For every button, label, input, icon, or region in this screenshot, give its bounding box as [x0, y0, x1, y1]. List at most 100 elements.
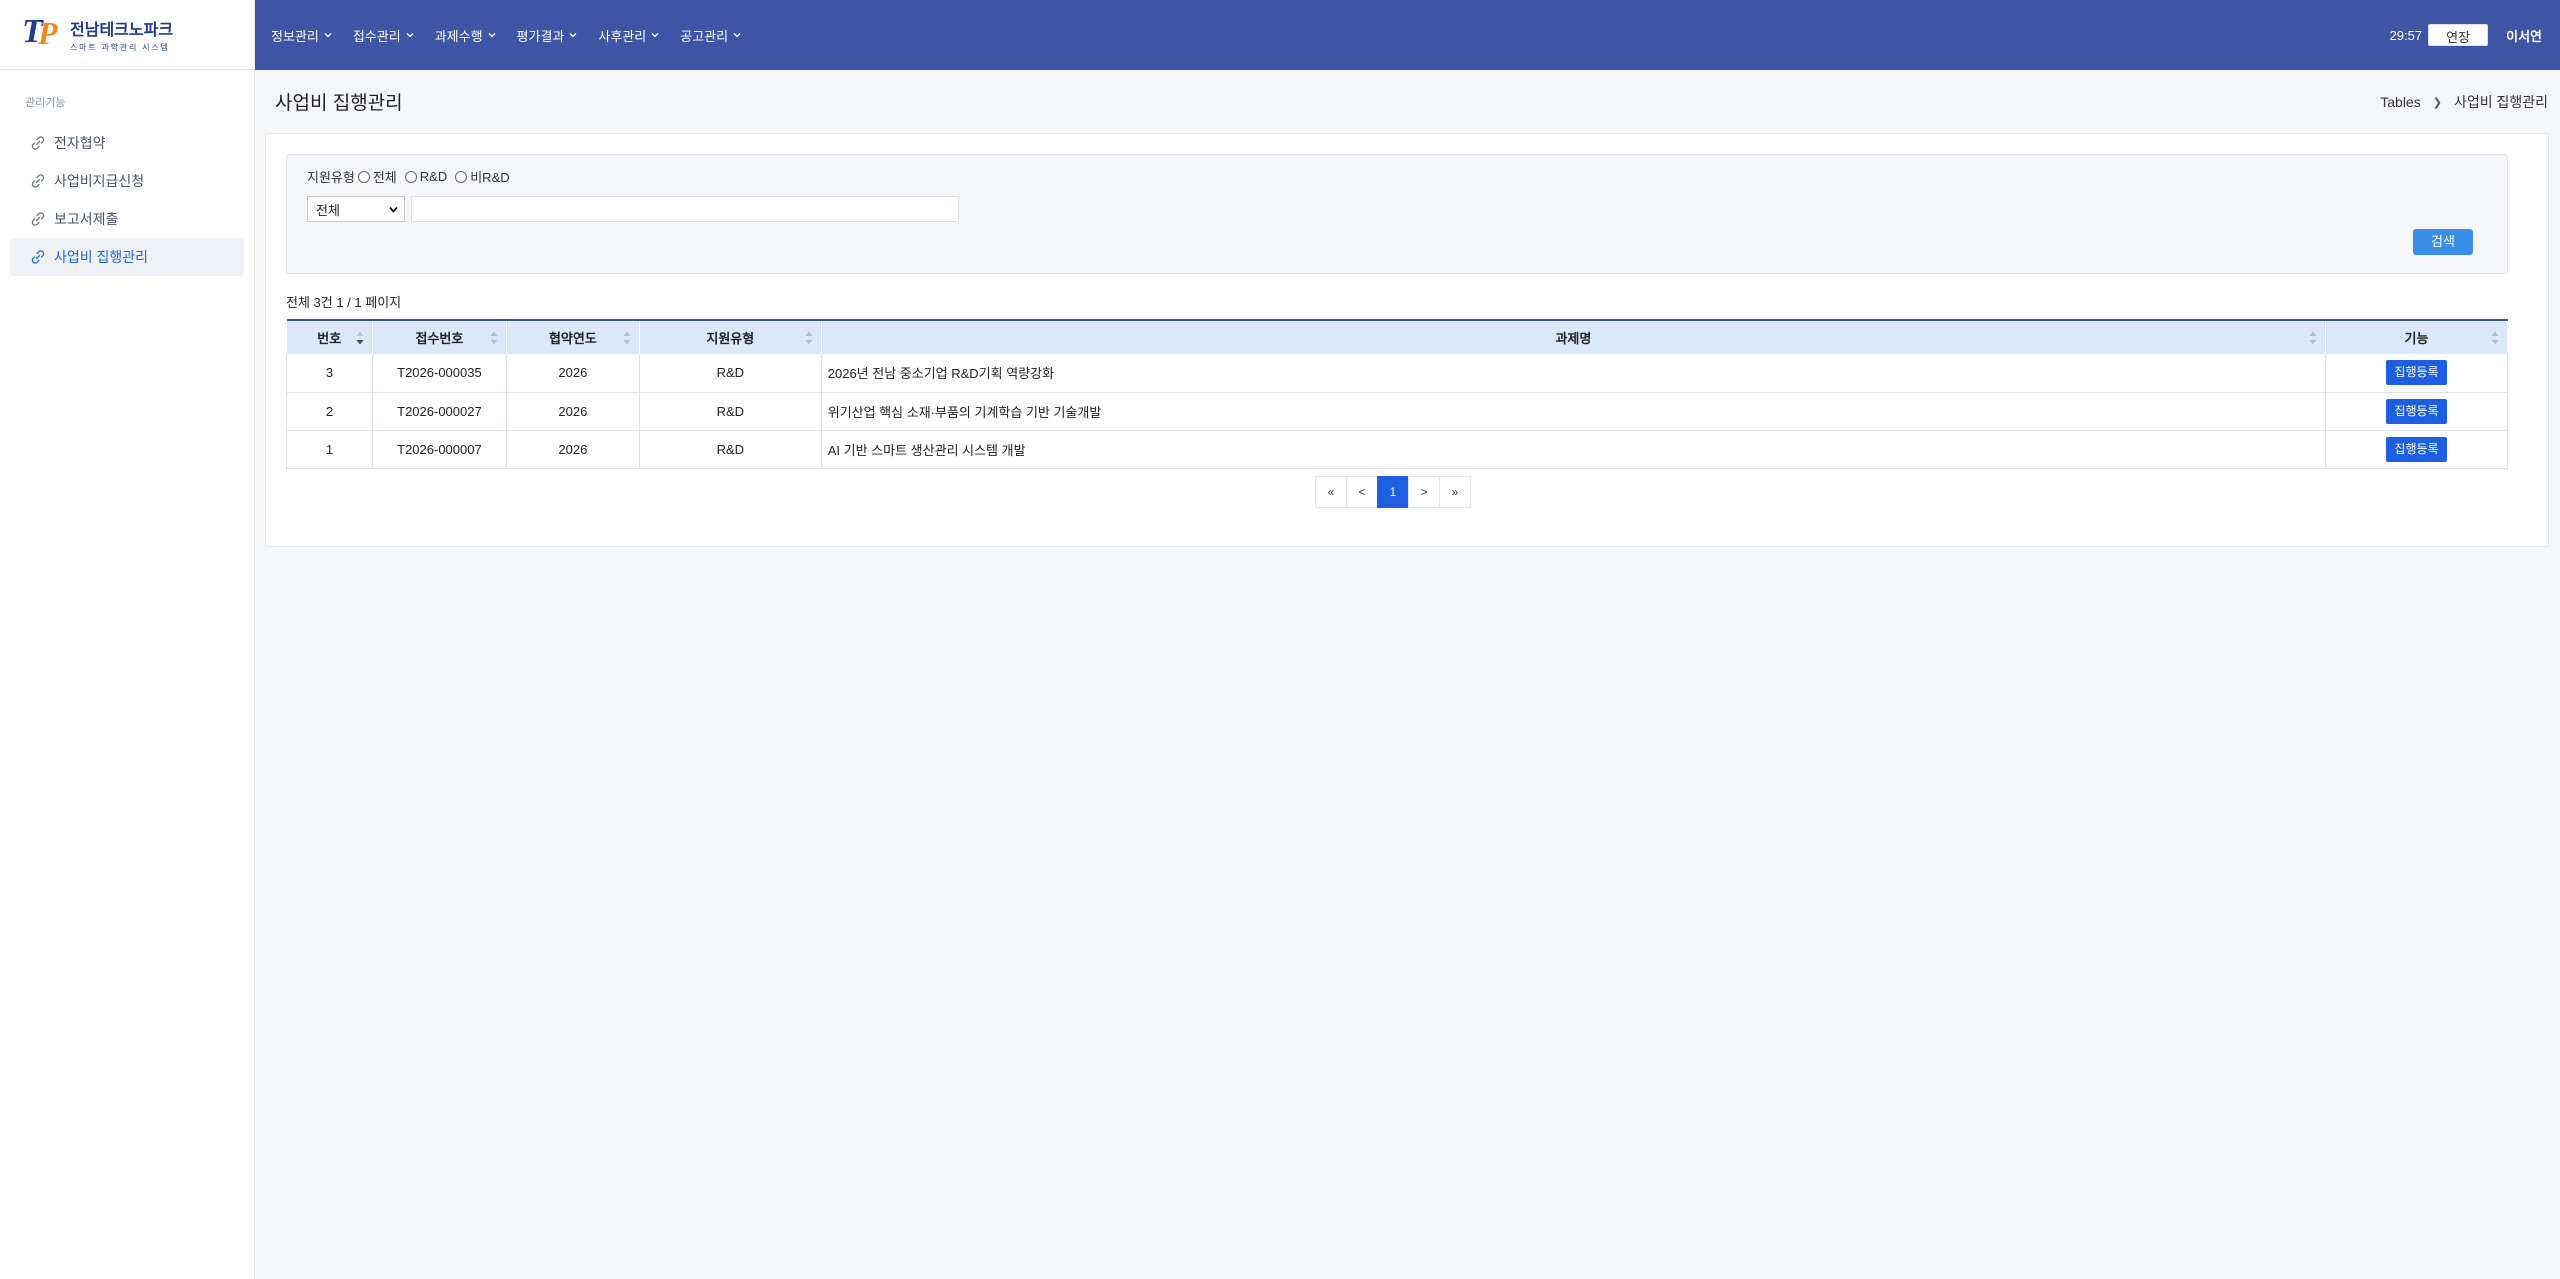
menu-project-execution[interactable]: 과제수행 — [435, 26, 496, 45]
chevron-right-icon: ❯ — [2432, 96, 2442, 109]
chevron-down-icon — [324, 33, 332, 38]
sort-icon — [623, 331, 631, 345]
user-name[interactable]: 이서연 — [2506, 26, 2542, 45]
search-input[interactable] — [411, 196, 959, 222]
link-icon — [30, 211, 46, 227]
cell-year: 2026 — [506, 392, 640, 431]
column-header-no[interactable]: 번호 — [286, 319, 373, 354]
select-value: 전체 — [316, 202, 340, 218]
cell-no: 1 — [286, 430, 373, 469]
sort-icon — [2309, 331, 2317, 345]
sort-icon — [2491, 331, 2499, 345]
sidebar-section-title: 관리기능 — [25, 97, 66, 109]
sidebar-item-econtract[interactable]: 전자협약 — [10, 124, 244, 162]
cell-project-name: AI 기반 스마트 생산관리 시스템 개발 — [821, 430, 2327, 469]
chevron-down-icon — [389, 206, 398, 213]
sidebar-item-payment-request[interactable]: 사업비지급신청 — [10, 162, 244, 200]
breadcrumb: Tables ❯ 사업비 집행관리 — [2380, 92, 2548, 112]
menu-info-management[interactable]: 정보관리 — [271, 26, 332, 45]
column-header-project-name[interactable]: 과제명 — [821, 319, 2327, 354]
radio-label: 전체 — [372, 170, 397, 185]
menu-post-management[interactable]: 사후관리 — [598, 26, 659, 45]
page-first-button[interactable]: « — [1315, 476, 1347, 508]
sidebar-item-label: 사업비지급신청 — [54, 173, 145, 189]
support-type-label: 지원유형 — [307, 170, 355, 185]
search-panel: 지원유형 전체 R&D 비R&D 전체 검색 — [286, 154, 2508, 274]
sidebar-item-label: 사업비 집행관리 — [54, 249, 149, 265]
table-row: 3 T2026-000035 2026 R&D 2026년 전남 중소기업 R&… — [286, 354, 2508, 393]
sort-icon — [490, 331, 498, 345]
logo[interactable]: TP 전남테크노파크 스마트 과학관리 시스템 — [0, 0, 254, 70]
radio-circle[interactable] — [455, 170, 468, 183]
page-next-button[interactable]: > — [1408, 476, 1440, 508]
menu-notice-management[interactable]: 공고관리 — [680, 26, 741, 45]
menu-label: 접수관리 — [352, 28, 401, 44]
result-summary: 전체 3건 1 / 1 페이지 — [286, 295, 402, 310]
execution-register-button[interactable]: 집행등록 — [2386, 398, 2447, 424]
chevron-down-icon — [488, 33, 495, 38]
search-button[interactable]: 검색 — [2413, 229, 2473, 255]
page-current-button[interactable]: 1 — [1377, 476, 1409, 508]
page-last-button[interactable]: » — [1439, 476, 1471, 508]
brand-subtitle: 스마트 과학관리 시스템 — [70, 43, 170, 52]
cell-receipt-no: T2026-000007 — [372, 430, 507, 469]
radio-non-rnd[interactable]: 비R&D — [455, 167, 510, 186]
sidebar-item-report-submit[interactable]: 보고서제출 — [10, 200, 244, 238]
sidebar-item-label: 보고서제출 — [54, 211, 119, 227]
cell-project-name: 2026년 전남 중소기업 R&D기획 역량강화 — [821, 354, 2327, 393]
cell-function: 집행등록 — [2325, 392, 2508, 431]
cell-function: 집행등록 — [2325, 430, 2508, 469]
sidebar-item-expense-management[interactable]: 사업비 집행관리 — [10, 238, 244, 276]
chevron-down-icon — [651, 33, 659, 38]
logo-mark-icon: TP — [22, 12, 58, 51]
brand-title: 전남테크노파크 — [70, 22, 174, 39]
top-navbar: 정보관리 접수관리 과제수행 평가결과 사후관리 공고관리 29:57 연장 이… — [255, 0, 2560, 70]
page-prev-button[interactable]: < — [1346, 476, 1378, 508]
cell-no: 3 — [286, 354, 373, 393]
session-timer: 29:57 — [2389, 27, 2423, 43]
cell-project-name: 위기산업 핵심 소재·부품의 기계학습 기반 기술개발 — [821, 392, 2327, 431]
sort-icon — [805, 331, 813, 345]
sidebar-item-label: 전자협약 — [54, 135, 106, 151]
chevron-down-icon — [406, 33, 414, 38]
content-card: 지원유형 전체 R&D 비R&D 전체 검색 전체 3건 1 / 1 페이지 번… — [265, 133, 2549, 547]
cell-support-type: R&D — [639, 430, 822, 469]
menu-receipt-management[interactable]: 접수관리 — [353, 26, 414, 45]
chevron-down-icon — [733, 33, 741, 38]
link-icon — [30, 173, 46, 189]
menu-label: 공고관리 — [680, 28, 729, 44]
results-table: 번호 접수번호 협약연도 지원유형 과제명 기능 3 T2026-000035 … — [286, 319, 2508, 469]
column-header-support-type[interactable]: 지원유형 — [639, 319, 822, 354]
table-row: 2 T2026-000027 2026 R&D 위기산업 핵심 소재·부품의 기… — [286, 392, 2508, 431]
menu-label: 평가결과 — [516, 28, 565, 44]
execution-register-button[interactable]: 집행등록 — [2386, 436, 2447, 462]
cell-function: 집행등록 — [2325, 354, 2508, 393]
radio-label: R&D — [419, 169, 448, 184]
menu-label: 정보관리 — [271, 28, 319, 44]
execution-register-button[interactable]: 집행등록 — [2386, 360, 2447, 386]
main-menu: 정보관리 접수관리 과제수행 평가결과 사후관리 공고관리 — [255, 26, 762, 45]
sidebar: TP 전남테크노파크 스마트 과학관리 시스템 관리기능 전자협약 사업비지급신… — [0, 0, 255, 1279]
search-category-select[interactable]: 전체 — [307, 196, 405, 222]
cell-year: 2026 — [506, 430, 640, 469]
radio-circle[interactable] — [404, 170, 417, 183]
radio-circle[interactable] — [357, 170, 370, 183]
breadcrumb-item[interactable]: Tables — [2380, 94, 2420, 110]
column-header-function[interactable]: 기능 — [2325, 319, 2508, 354]
column-header-receipt-no[interactable]: 접수번호 — [372, 319, 507, 354]
column-header-agreement-year[interactable]: 협약연도 — [506, 319, 640, 354]
cell-receipt-no: T2026-000035 — [372, 354, 507, 393]
support-type-filter: 지원유형 전체 R&D 비R&D — [307, 167, 518, 186]
breadcrumb-item: 사업비 집행관리 — [2453, 94, 2548, 110]
radio-label: 비R&D — [470, 170, 510, 185]
radio-rnd[interactable]: R&D — [404, 169, 448, 184]
menu-evaluation-results[interactable]: 평가결과 — [517, 26, 578, 45]
radio-all[interactable]: 전체 — [357, 167, 397, 186]
menu-label: 사후관리 — [598, 28, 647, 44]
extend-session-button[interactable]: 연장 — [2428, 24, 2489, 46]
page-title: 사업비 집행관리 — [275, 93, 403, 114]
cell-no: 2 — [286, 392, 373, 431]
sort-desc-icon — [356, 331, 364, 345]
cell-support-type: R&D — [639, 392, 822, 431]
cell-receipt-no: T2026-000027 — [372, 392, 507, 431]
